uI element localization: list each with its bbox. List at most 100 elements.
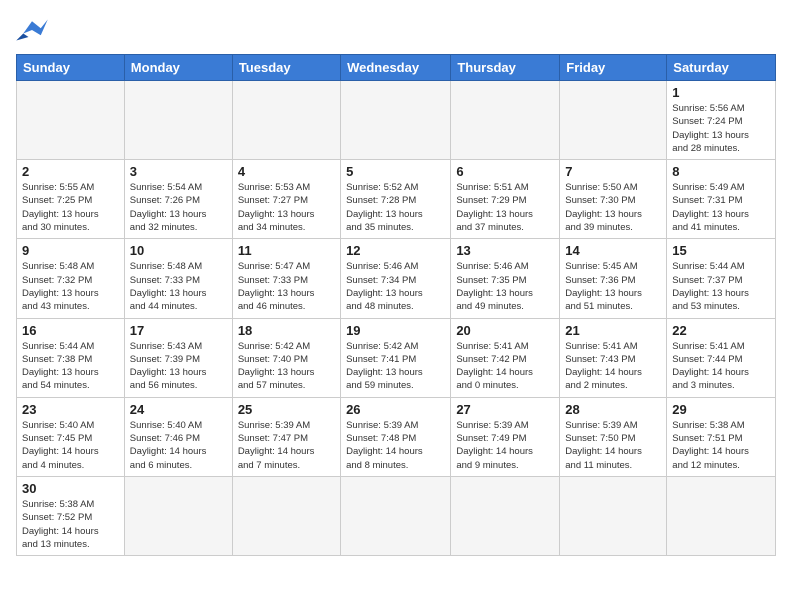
page: SundayMondayTuesdayWednesdayThursdayFrid… [0, 0, 792, 566]
weekday-header-saturday: Saturday [667, 55, 776, 81]
day-info: Sunrise: 5:51 AM Sunset: 7:29 PM Dayligh… [456, 181, 554, 234]
day-info: Sunrise: 5:46 AM Sunset: 7:34 PM Dayligh… [346, 260, 445, 313]
calendar-cell [341, 476, 451, 555]
calendar-cell [232, 476, 340, 555]
day-info: Sunrise: 5:44 AM Sunset: 7:37 PM Dayligh… [672, 260, 770, 313]
day-info: Sunrise: 5:39 AM Sunset: 7:49 PM Dayligh… [456, 419, 554, 472]
calendar-cell: 28 Sunrise: 5:39 AM Sunset: 7:50 PM Dayli… [560, 397, 667, 476]
day-info: Sunrise: 5:50 AM Sunset: 7:30 PM Dayligh… [565, 181, 661, 234]
calendar-cell: 3 Sunrise: 5:54 AM Sunset: 7:26 PM Daylig… [124, 160, 232, 239]
day-number: 12 [346, 243, 445, 258]
day-info: Sunrise: 5:40 AM Sunset: 7:45 PM Dayligh… [22, 419, 119, 472]
day-number: 10 [130, 243, 227, 258]
day-number: 17 [130, 323, 227, 338]
day-info: Sunrise: 5:54 AM Sunset: 7:26 PM Dayligh… [130, 181, 227, 234]
day-number: 27 [456, 402, 554, 417]
day-number: 3 [130, 164, 227, 179]
day-number: 28 [565, 402, 661, 417]
calendar-cell: 13 Sunrise: 5:46 AM Sunset: 7:35 PM Dayli… [451, 239, 560, 318]
calendar-cell: 29Sunrise: 5:38 AM Sunset: 7:51 PM Dayli… [667, 397, 776, 476]
calendar-cell: 4 Sunrise: 5:53 AM Sunset: 7:27 PM Daylig… [232, 160, 340, 239]
day-number: 1 [672, 85, 770, 100]
day-info: Sunrise: 5:41 AM Sunset: 7:42 PM Dayligh… [456, 340, 554, 393]
calendar-cell: 26Sunrise: 5:39 AM Sunset: 7:48 PM Dayli… [341, 397, 451, 476]
weekday-header-wednesday: Wednesday [341, 55, 451, 81]
day-info: Sunrise: 5:53 AM Sunset: 7:27 PM Dayligh… [238, 181, 335, 234]
day-number: 15 [672, 243, 770, 258]
day-number: 14 [565, 243, 661, 258]
calendar-cell [451, 476, 560, 555]
calendar-cell: 18 Sunrise: 5:42 AM Sunset: 7:40 PM Dayli… [232, 318, 340, 397]
day-number: 9 [22, 243, 119, 258]
calendar-week-row: 16Sunrise: 5:44 AM Sunset: 7:38 PM Dayli… [17, 318, 776, 397]
weekday-header-friday: Friday [560, 55, 667, 81]
day-info: Sunrise: 5:39 AM Sunset: 7:47 PM Dayligh… [238, 419, 335, 472]
calendar-cell [451, 81, 560, 160]
calendar-week-row: 30 Sunrise: 5:38 AM Sunset: 7:52 PM Dayli… [17, 476, 776, 555]
day-number: 18 [238, 323, 335, 338]
calendar-cell: 5Sunrise: 5:52 AM Sunset: 7:28 PM Daylig… [341, 160, 451, 239]
day-info: Sunrise: 5:39 AM Sunset: 7:48 PM Dayligh… [346, 419, 445, 472]
day-info: Sunrise: 5:55 AM Sunset: 7:25 PM Dayligh… [22, 181, 119, 234]
weekday-header-monday: Monday [124, 55, 232, 81]
logo-bird-icon [16, 16, 48, 44]
calendar-cell [124, 81, 232, 160]
calendar-cell: 25Sunrise: 5:39 AM Sunset: 7:47 PM Dayli… [232, 397, 340, 476]
day-info: Sunrise: 5:49 AM Sunset: 7:31 PM Dayligh… [672, 181, 770, 234]
day-info: Sunrise: 5:47 AM Sunset: 7:33 PM Dayligh… [238, 260, 335, 313]
calendar-cell: 8 Sunrise: 5:49 AM Sunset: 7:31 PM Daylig… [667, 160, 776, 239]
calendar-week-row: 1 Sunrise: 5:56 AM Sunset: 7:24 PM Daylig… [17, 81, 776, 160]
calendar-cell: 17Sunrise: 5:43 AM Sunset: 7:39 PM Dayli… [124, 318, 232, 397]
calendar-cell: 19 Sunrise: 5:42 AM Sunset: 7:41 PM Dayli… [341, 318, 451, 397]
calendar-cell: 16Sunrise: 5:44 AM Sunset: 7:38 PM Dayli… [17, 318, 125, 397]
day-number: 19 [346, 323, 445, 338]
calendar-cell [341, 81, 451, 160]
day-info: Sunrise: 5:41 AM Sunset: 7:44 PM Dayligh… [672, 340, 770, 393]
calendar-cell: 2 Sunrise: 5:55 AM Sunset: 7:25 PM Daylig… [17, 160, 125, 239]
weekday-header-sunday: Sunday [17, 55, 125, 81]
calendar-cell: 30 Sunrise: 5:38 AM Sunset: 7:52 PM Dayli… [17, 476, 125, 555]
day-number: 4 [238, 164, 335, 179]
day-info: Sunrise: 5:48 AM Sunset: 7:32 PM Dayligh… [22, 260, 119, 313]
logo [16, 16, 52, 44]
day-number: 2 [22, 164, 119, 179]
day-info: Sunrise: 5:39 AM Sunset: 7:50 PM Dayligh… [565, 419, 661, 472]
logo-area [16, 16, 52, 44]
weekday-header-tuesday: Tuesday [232, 55, 340, 81]
calendar-cell [560, 476, 667, 555]
calendar-cell: 7Sunrise: 5:50 AM Sunset: 7:30 PM Daylig… [560, 160, 667, 239]
day-info: Sunrise: 5:48 AM Sunset: 7:33 PM Dayligh… [130, 260, 227, 313]
day-number: 21 [565, 323, 661, 338]
day-number: 13 [456, 243, 554, 258]
calendar-cell: 24Sunrise: 5:40 AM Sunset: 7:46 PM Dayli… [124, 397, 232, 476]
calendar-cell: 11 Sunrise: 5:47 AM Sunset: 7:33 PM Dayli… [232, 239, 340, 318]
calendar-cell: 22Sunrise: 5:41 AM Sunset: 7:44 PM Dayli… [667, 318, 776, 397]
day-number: 24 [130, 402, 227, 417]
day-number: 11 [238, 243, 335, 258]
day-number: 30 [22, 481, 119, 496]
day-info: Sunrise: 5:38 AM Sunset: 7:52 PM Dayligh… [22, 498, 119, 551]
day-info: Sunrise: 5:56 AM Sunset: 7:24 PM Dayligh… [672, 102, 770, 155]
calendar-cell [17, 81, 125, 160]
weekday-header-thursday: Thursday [451, 55, 560, 81]
day-info: Sunrise: 5:38 AM Sunset: 7:51 PM Dayligh… [672, 419, 770, 472]
calendar-cell: 1 Sunrise: 5:56 AM Sunset: 7:24 PM Daylig… [667, 81, 776, 160]
calendar-week-row: 2 Sunrise: 5:55 AM Sunset: 7:25 PM Daylig… [17, 160, 776, 239]
calendar-cell: 14 Sunrise: 5:45 AM Sunset: 7:36 PM Dayli… [560, 239, 667, 318]
day-info: Sunrise: 5:46 AM Sunset: 7:35 PM Dayligh… [456, 260, 554, 313]
calendar-cell: 20 Sunrise: 5:41 AM Sunset: 7:42 PM Dayli… [451, 318, 560, 397]
day-number: 5 [346, 164, 445, 179]
day-info: Sunrise: 5:42 AM Sunset: 7:41 PM Dayligh… [346, 340, 445, 393]
day-number: 23 [22, 402, 119, 417]
calendar-cell [124, 476, 232, 555]
day-info: Sunrise: 5:45 AM Sunset: 7:36 PM Dayligh… [565, 260, 661, 313]
day-info: Sunrise: 5:41 AM Sunset: 7:43 PM Dayligh… [565, 340, 661, 393]
calendar-cell: 12 Sunrise: 5:46 AM Sunset: 7:34 PM Dayli… [341, 239, 451, 318]
calendar-cell: 9 Sunrise: 5:48 AM Sunset: 7:32 PM Daylig… [17, 239, 125, 318]
calendar-header-row: SundayMondayTuesdayWednesdayThursdayFrid… [17, 55, 776, 81]
calendar-cell: 23 Sunrise: 5:40 AM Sunset: 7:45 PM Dayli… [17, 397, 125, 476]
day-info: Sunrise: 5:42 AM Sunset: 7:40 PM Dayligh… [238, 340, 335, 393]
calendar-cell [560, 81, 667, 160]
day-number: 20 [456, 323, 554, 338]
day-number: 8 [672, 164, 770, 179]
